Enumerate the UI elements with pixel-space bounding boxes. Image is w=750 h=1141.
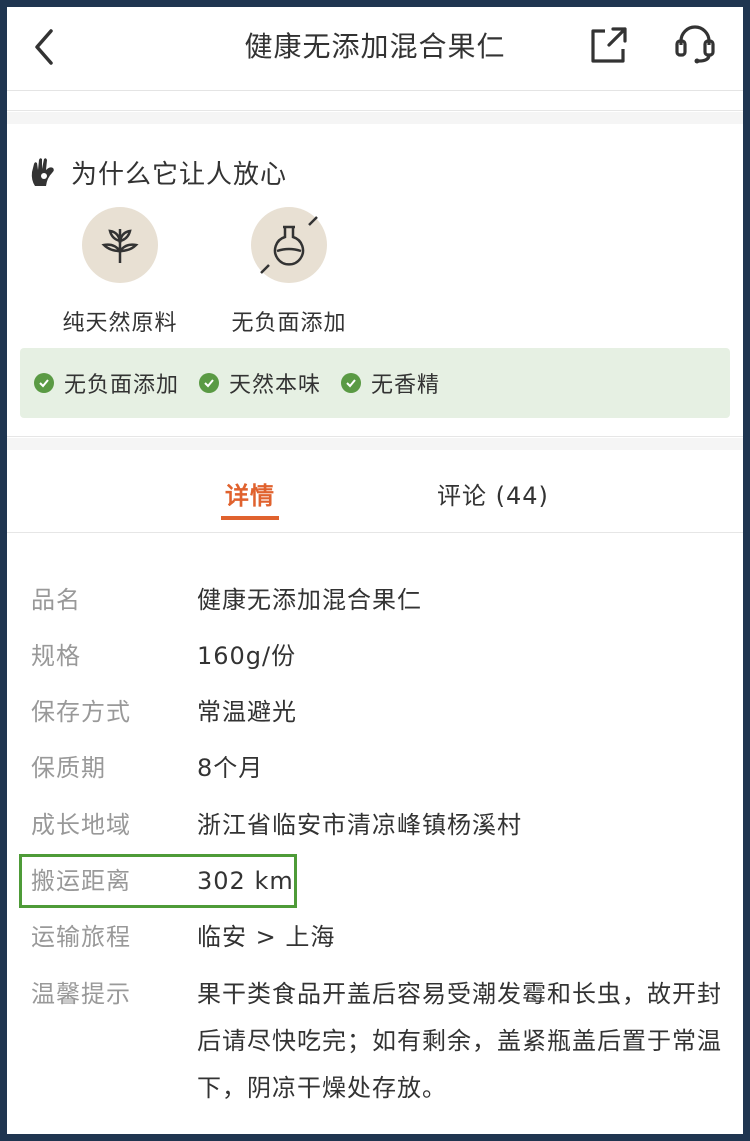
tag-label: 天然本味 [229,373,322,398]
detail-key: 成长地域 [31,811,131,839]
share-button[interactable] [587,23,631,67]
detail-value: 常温避光 [197,698,297,726]
tab-bar: 详情 评论 (44) [7,450,743,533]
feature-icon-circle [251,207,327,283]
detail-row-tips: 温馨提示 果干类食品开盖后容易受潮发霉和长虫，故开封后请尽快吃完；如有剩余，盖紧… [31,979,731,1112]
ok-hand-icon [31,158,54,186]
headset-icon [675,25,715,64]
tag-item: 无香精 [341,367,440,399]
section-divider [7,438,743,450]
detail-value: 健康无添加混合果仁 [197,586,422,614]
tag-label: 无负面添加 [64,373,180,398]
tab-details[interactable]: 详情 [221,476,279,520]
detail-value: 临安 > 上海 [197,923,336,951]
flask-crossed-icon [260,216,318,274]
feature-icon-circle [82,207,158,283]
detail-key: 运输旅程 [31,923,131,951]
plant-icon [101,229,139,263]
detail-row-distance: 搬运距离 302 km [31,866,731,896]
detail-row-origin: 成长地域 浙江省临安市清凉峰镇杨溪村 [31,810,731,840]
detail-key: 温馨提示 [31,980,131,1008]
detail-key: 搬运距离 [31,867,131,895]
detail-key: 品名 [31,586,81,614]
detail-row-name: 品名 健康无添加混合果仁 [31,585,731,615]
detail-row-storage: 保存方式 常温避光 [31,697,731,727]
section-header: 为什么它让人放心 [29,152,287,192]
check-circle-icon [199,373,220,393]
feature-label: 纯天然原料 [62,311,178,336]
section-title: 为什么它让人放心 [71,159,288,190]
phone-screen: 健康无添加混合果仁 为什么它让人放心 纯天然原料 无负面添加 无负面添加 天然本… [7,7,743,1134]
detail-row-route: 运输旅程 临安 > 上海 [31,922,731,952]
tag-label: 无香精 [371,373,441,398]
detail-row-shelf-life: 保质期 8个月 [31,753,731,783]
assurance-tags: 无负面添加 天然本味 无香精 [20,348,730,418]
check-circle-icon [341,373,362,393]
top-nav-bar: 健康无添加混合果仁 [7,7,743,91]
external-share-icon [591,27,627,63]
detail-value: 浙江省临安市清凉峰镇杨溪村 [197,811,522,839]
detail-key: 保质期 [31,754,106,782]
section-divider [7,112,743,124]
detail-value: 果干类食品开盖后容易受潮发霉和长虫，故开封后请尽快吃完；如有剩余，盖紧瓶盖后置于… [197,980,722,1102]
detail-value: 160g/份 [197,642,297,670]
product-details: 品名 健康无添加混合果仁 规格 160g/份 保存方式 常温避光 保质期 8个月… [7,533,743,1134]
spacer [7,91,743,111]
tab-reviews[interactable]: 评论 (44) [437,476,549,511]
reassurance-section: 为什么它让人放心 纯天然原料 无负面添加 无负面添加 天然本味 无香精 [7,124,743,437]
feature-natural-ingredients: 纯天然原料 [35,207,205,337]
customer-service-button[interactable] [671,23,719,67]
page-title: 健康无添加混合果仁 [244,30,506,63]
detail-row-spec: 规格 160g/份 [31,641,731,671]
feature-no-additives: 无负面添加 [204,207,374,337]
tag-item: 天然本味 [199,367,321,399]
tag-item: 无负面添加 [34,367,179,399]
feature-label: 无负面添加 [231,311,347,336]
check-circle-icon [34,373,54,393]
detail-value: 302 km [197,867,294,895]
detail-key: 规格 [31,642,81,670]
detail-value: 8个月 [197,754,264,782]
detail-key: 保存方式 [31,698,131,726]
